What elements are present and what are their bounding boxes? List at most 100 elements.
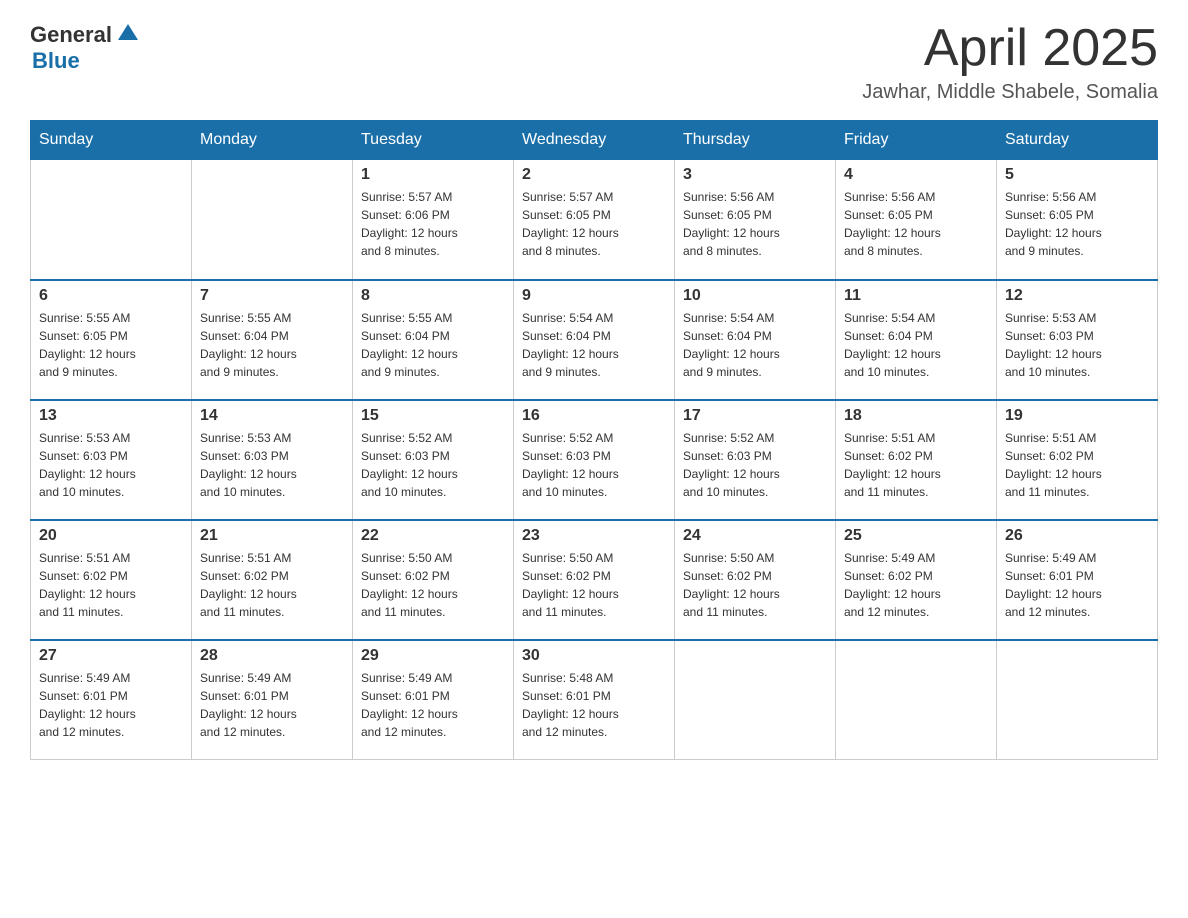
day-info: Sunrise: 5:50 AM Sunset: 6:02 PM Dayligh… (522, 549, 666, 621)
month-title: April 2025 (862, 20, 1158, 77)
weekday-header: Saturday (997, 121, 1158, 160)
calendar-cell: 23Sunrise: 5:50 AM Sunset: 6:02 PM Dayli… (514, 520, 675, 640)
day-info: Sunrise: 5:51 AM Sunset: 6:02 PM Dayligh… (1005, 429, 1149, 501)
logo-icon (114, 20, 142, 48)
day-info: Sunrise: 5:50 AM Sunset: 6:02 PM Dayligh… (683, 549, 827, 621)
calendar-cell: 11Sunrise: 5:54 AM Sunset: 6:04 PM Dayli… (836, 280, 997, 400)
day-number: 21 (200, 527, 344, 545)
weekday-header: Tuesday (353, 121, 514, 160)
weekday-header: Friday (836, 121, 997, 160)
day-number: 27 (39, 647, 183, 665)
calendar-cell: 6Sunrise: 5:55 AM Sunset: 6:05 PM Daylig… (31, 280, 192, 400)
day-info: Sunrise: 5:51 AM Sunset: 6:02 PM Dayligh… (844, 429, 988, 501)
day-number: 16 (522, 407, 666, 425)
title-area: April 2025 Jawhar, Middle Shabele, Somal… (862, 20, 1158, 104)
day-number: 26 (1005, 527, 1149, 545)
day-info: Sunrise: 5:50 AM Sunset: 6:02 PM Dayligh… (361, 549, 505, 621)
calendar-week-row: 27 Sunrise: 5:49 AM Sunset: 6:01 PM Dayli… (31, 640, 1158, 760)
calendar-cell: 8 Sunrise: 5:55 AM Sunset: 6:04 PM Daylig… (353, 280, 514, 400)
day-info: Sunrise: 5:51 AM Sunset: 6:02 PM Dayligh… (200, 549, 344, 621)
day-info: Sunrise: 5:49 AM Sunset: 6:01 PM Dayligh… (361, 669, 505, 741)
calendar-cell: 17 Sunrise: 5:52 AM Sunset: 6:03 PM Dayli… (675, 400, 836, 520)
day-number: 10 (683, 287, 827, 305)
day-number: 17 (683, 407, 827, 425)
calendar-cell: 24 Sunrise: 5:50 AM Sunset: 6:02 PM Dayli… (675, 520, 836, 640)
day-info: Sunrise: 5:57 AM Sunset: 6:05 PM Dayligh… (522, 188, 666, 260)
day-info: Sunrise: 5:54 AM Sunset: 6:04 PM Dayligh… (522, 309, 666, 381)
calendar-cell: 19 Sunrise: 5:51 AM Sunset: 6:02 PM Dayli… (997, 400, 1158, 520)
calendar-cell: 21 Sunrise: 5:51 AM Sunset: 6:02 PM Dayli… (192, 520, 353, 640)
day-number: 25 (844, 527, 988, 545)
calendar-cell (836, 640, 997, 760)
day-info: Sunrise: 5:56 AM Sunset: 6:05 PM Dayligh… (683, 188, 827, 260)
calendar-cell (997, 640, 1158, 760)
calendar-week-row: 20 Sunrise: 5:51 AM Sunset: 6:02 PM Dayli… (31, 520, 1158, 640)
day-info: Sunrise: 5:53 AM Sunset: 6:03 PM Dayligh… (39, 429, 183, 501)
calendar-cell: 30 Sunrise: 5:48 AM Sunset: 6:01 PM Dayli… (514, 640, 675, 760)
location-title: Jawhar, Middle Shabele, Somalia (862, 81, 1158, 104)
weekday-header: Thursday (675, 121, 836, 160)
calendar-cell: 29Sunrise: 5:49 AM Sunset: 6:01 PM Dayli… (353, 640, 514, 760)
day-number: 4 (844, 166, 988, 184)
day-info: Sunrise: 5:55 AM Sunset: 6:04 PM Dayligh… (200, 309, 344, 381)
day-number: 15 (361, 407, 505, 425)
calendar-cell: 4 Sunrise: 5:56 AM Sunset: 6:05 PM Daylig… (836, 160, 997, 280)
day-number: 18 (844, 407, 988, 425)
day-info: Sunrise: 5:49 AM Sunset: 6:01 PM Dayligh… (1005, 549, 1149, 621)
day-number: 24 (683, 527, 827, 545)
weekday-header: Wednesday (514, 121, 675, 160)
calendar-cell: 2 Sunrise: 5:57 AM Sunset: 6:05 PM Daylig… (514, 160, 675, 280)
calendar-cell: 22 Sunrise: 5:50 AM Sunset: 6:02 PM Dayli… (353, 520, 514, 640)
day-number: 19 (1005, 407, 1149, 425)
calendar-week-row: 13 Sunrise: 5:53 AM Sunset: 6:03 PM Dayli… (31, 400, 1158, 520)
day-info: Sunrise: 5:57 AM Sunset: 6:06 PM Dayligh… (361, 188, 505, 260)
calendar-cell: 10Sunrise: 5:54 AM Sunset: 6:04 PM Dayli… (675, 280, 836, 400)
day-info: Sunrise: 5:54 AM Sunset: 6:04 PM Dayligh… (844, 309, 988, 381)
calendar-cell: 27 Sunrise: 5:49 AM Sunset: 6:01 PM Dayli… (31, 640, 192, 760)
day-number: 12 (1005, 287, 1149, 305)
day-number: 30 (522, 647, 666, 665)
calendar-cell (675, 640, 836, 760)
calendar-cell: 14Sunrise: 5:53 AM Sunset: 6:03 PM Dayli… (192, 400, 353, 520)
day-info: Sunrise: 5:49 AM Sunset: 6:01 PM Dayligh… (200, 669, 344, 741)
calendar-cell (192, 160, 353, 280)
calendar-cell: 9 Sunrise: 5:54 AM Sunset: 6:04 PM Daylig… (514, 280, 675, 400)
calendar-cell: 26 Sunrise: 5:49 AM Sunset: 6:01 PM Dayli… (997, 520, 1158, 640)
calendar-table: SundayMondayTuesdayWednesdayThursdayFrid… (30, 120, 1158, 760)
calendar-cell: 5 Sunrise: 5:56 AM Sunset: 6:05 PM Daylig… (997, 160, 1158, 280)
day-number: 1 (361, 166, 505, 184)
calendar-cell: 13 Sunrise: 5:53 AM Sunset: 6:03 PM Dayli… (31, 400, 192, 520)
day-info: Sunrise: 5:48 AM Sunset: 6:01 PM Dayligh… (522, 669, 666, 741)
day-info: Sunrise: 5:53 AM Sunset: 6:03 PM Dayligh… (1005, 309, 1149, 381)
calendar-cell: 16Sunrise: 5:52 AM Sunset: 6:03 PM Dayli… (514, 400, 675, 520)
day-info: Sunrise: 5:55 AM Sunset: 6:05 PM Dayligh… (39, 309, 183, 381)
calendar-cell: 15 Sunrise: 5:52 AM Sunset: 6:03 PM Dayli… (353, 400, 514, 520)
day-info: Sunrise: 5:56 AM Sunset: 6:05 PM Dayligh… (844, 188, 988, 260)
day-info: Sunrise: 5:51 AM Sunset: 6:02 PM Dayligh… (39, 549, 183, 621)
day-number: 20 (39, 527, 183, 545)
day-number: 8 (361, 287, 505, 305)
logo-blue-text: Blue (30, 50, 192, 72)
calendar-cell: 18 Sunrise: 5:51 AM Sunset: 6:02 PM Dayli… (836, 400, 997, 520)
day-info: Sunrise: 5:49 AM Sunset: 6:02 PM Dayligh… (844, 549, 988, 621)
day-number: 2 (522, 166, 666, 184)
day-number: 13 (39, 407, 183, 425)
calendar-cell: 1 Sunrise: 5:57 AM Sunset: 6:06 PM Daylig… (353, 160, 514, 280)
weekday-header-row: SundayMondayTuesdayWednesdayThursdayFrid… (31, 121, 1158, 160)
day-info: Sunrise: 5:55 AM Sunset: 6:04 PM Dayligh… (361, 309, 505, 381)
day-info: Sunrise: 5:56 AM Sunset: 6:05 PM Dayligh… (1005, 188, 1149, 260)
day-info: Sunrise: 5:49 AM Sunset: 6:01 PM Dayligh… (39, 669, 183, 741)
day-number: 28 (200, 647, 344, 665)
day-number: 14 (200, 407, 344, 425)
calendar-cell: 28 Sunrise: 5:49 AM Sunset: 6:01 PM Dayli… (192, 640, 353, 760)
calendar-cell: 20 Sunrise: 5:51 AM Sunset: 6:02 PM Dayli… (31, 520, 192, 640)
weekday-header: Monday (192, 121, 353, 160)
day-number: 5 (1005, 166, 1149, 184)
day-number: 9 (522, 287, 666, 305)
day-number: 22 (361, 527, 505, 545)
day-number: 7 (200, 287, 344, 305)
day-info: Sunrise: 5:52 AM Sunset: 6:03 PM Dayligh… (361, 429, 505, 501)
calendar-cell (31, 160, 192, 280)
day-info: Sunrise: 5:52 AM Sunset: 6:03 PM Dayligh… (683, 429, 827, 501)
day-number: 3 (683, 166, 827, 184)
